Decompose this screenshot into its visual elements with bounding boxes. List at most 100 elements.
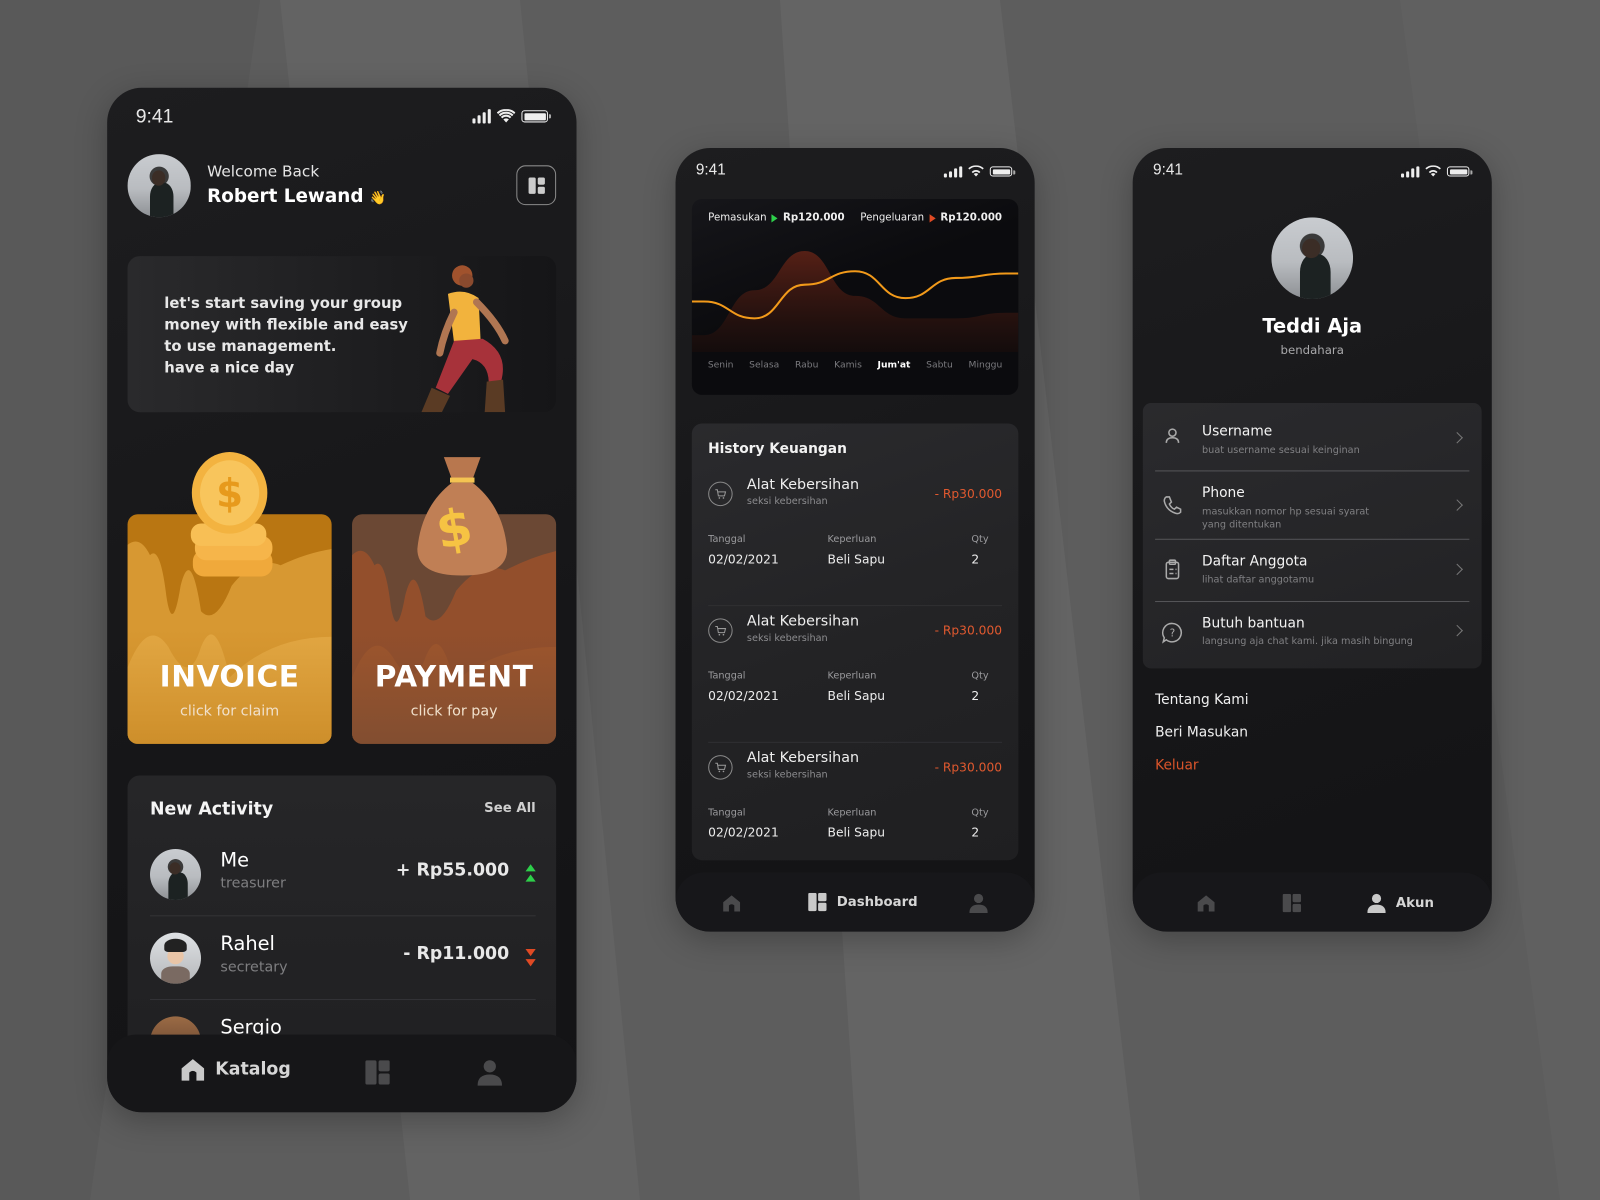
history-title: History Keuangan bbox=[708, 440, 847, 458]
qty-label: Qty bbox=[971, 533, 989, 545]
profile-nav-icon[interactable] bbox=[477, 1059, 503, 1086]
settings-list: Username buat username sesuai keinginan … bbox=[1142, 403, 1482, 669]
purpose-value: Beli Sapu bbox=[827, 552, 885, 567]
home-nav-icon[interactable] bbox=[722, 894, 741, 912]
phone-icon bbox=[1163, 496, 1182, 515]
x-tick-label[interactable]: Minggu bbox=[969, 360, 1003, 370]
history-item-name: Alat Kebersihan bbox=[746, 476, 860, 493]
dashboard-screen: 9:41 Pemasukan Rp120.000 Pengeluaran Rp1… bbox=[675, 147, 1035, 932]
bottom-nav: Katalog bbox=[107, 1034, 577, 1113]
status-bar: 9:41 bbox=[676, 148, 1035, 199]
chevron-right-icon bbox=[1451, 563, 1463, 576]
chevron-right-icon bbox=[1451, 624, 1463, 637]
wifi-icon bbox=[968, 165, 984, 177]
battery-icon bbox=[1446, 166, 1473, 177]
see-all-link[interactable]: See All bbox=[484, 801, 536, 816]
date-label: Tanggal bbox=[708, 670, 746, 682]
history-item[interactable]: Alat Kebersihan seksi kebersihan - Rp30.00… bbox=[708, 609, 1003, 743]
user-icon bbox=[1165, 428, 1180, 443]
trend-down-icon bbox=[525, 948, 536, 967]
wifi-icon bbox=[496, 109, 516, 123]
dashboard-nav-icon[interactable] bbox=[365, 1060, 390, 1085]
setting-phone[interactable]: Phone masukkan nomor hp sesuai syarat ya… bbox=[1155, 471, 1470, 540]
about-us-link[interactable]: Tentang Kami bbox=[1155, 692, 1248, 708]
qty-value: 2 bbox=[971, 825, 980, 840]
setting-member-list[interactable]: Daftar Anggota lihat daftar anggotamu bbox=[1155, 540, 1470, 603]
x-tick-label[interactable]: Selasa bbox=[749, 360, 779, 370]
profile-nav-icon[interactable] bbox=[969, 893, 988, 914]
cart-icon bbox=[708, 481, 733, 507]
wave-emoji-icon: 👋 bbox=[369, 190, 387, 207]
purpose-label: Keperluan bbox=[827, 807, 877, 819]
clipboard-icon bbox=[1165, 559, 1180, 580]
expense-area bbox=[691, 251, 1019, 353]
activity-row[interactable]: Me treasurer + Rp55.000 bbox=[149, 833, 536, 917]
profile-role: bendahara bbox=[1280, 342, 1344, 358]
chevron-right-icon bbox=[1451, 431, 1463, 444]
user-avatar[interactable] bbox=[127, 154, 191, 218]
activity-row[interactable]: Rahel secretary - Rp11.000 bbox=[149, 916, 536, 1000]
dashboard-grid-button[interactable] bbox=[516, 165, 557, 206]
history-item[interactable]: Alat Kebersihan seksi kebersihan - Rp30.00… bbox=[708, 746, 1002, 880]
x-axis-labels: Senin Selasa Rabu Kamis Jum'at Sabtu Minggu bbox=[692, 360, 1019, 370]
x-tick-label[interactable]: Rabu bbox=[795, 360, 818, 370]
coin-stack-icon: $ bbox=[190, 452, 273, 577]
x-tick-label[interactable]: Senin bbox=[708, 360, 734, 370]
new-activity-panel: New Activity See All Me treasurer + Rp55… bbox=[127, 775, 557, 1072]
invoice-subtitle: click for claim bbox=[180, 703, 280, 720]
history-item[interactable]: Alat Kebersihan seksi kebersihan - Rp30.00… bbox=[708, 472, 1003, 607]
income-expense-chart: Pemasukan Rp120.000 Pengeluaran Rp120.00… bbox=[691, 198, 1019, 395]
grid-layout-icon bbox=[528, 177, 545, 194]
profile-avatar[interactable] bbox=[1271, 217, 1354, 299]
profile-icon bbox=[1367, 893, 1386, 914]
payment-title: PAYMENT bbox=[374, 659, 534, 694]
bottom-nav: Dashboard bbox=[675, 872, 1035, 932]
signal-icon bbox=[472, 109, 491, 124]
nav-akun[interactable]: Akun bbox=[1367, 893, 1434, 914]
purpose-label: Keperluan bbox=[827, 670, 877, 682]
date-value: 02/02/2021 bbox=[708, 552, 779, 567]
history-item-amount: - Rp30.000 bbox=[934, 486, 1003, 502]
home-nav-icon[interactable] bbox=[1197, 894, 1215, 912]
banner-text: let's start saving your group money with… bbox=[164, 295, 408, 377]
home-icon bbox=[181, 1059, 205, 1081]
dashboard-nav-icon[interactable] bbox=[1282, 893, 1302, 913]
x-tick-label[interactable]: Kamis bbox=[834, 360, 862, 370]
history-item-sub: seksi kebersihan bbox=[746, 769, 828, 781]
status-bar: 9:41 bbox=[1133, 148, 1492, 199]
setting-username[interactable]: Username buat username sesuai keinginan bbox=[1155, 403, 1470, 472]
history-item-amount: - Rp30.000 bbox=[934, 760, 1003, 775]
qty-label: Qty bbox=[971, 670, 989, 682]
x-tick-label[interactable]: Sabtu bbox=[926, 360, 953, 370]
help-chat-icon: ? bbox=[1161, 622, 1182, 644]
history-item-name: Alat Kebersihan bbox=[746, 749, 860, 767]
feedback-link[interactable]: Beri Masukan bbox=[1155, 724, 1248, 740]
signal-icon bbox=[1401, 165, 1420, 178]
welcome-banner: let's start saving your group money with… bbox=[127, 256, 557, 413]
activity-amount: + Rp55.000 bbox=[395, 860, 510, 881]
date-value: 02/02/2021 bbox=[708, 688, 779, 704]
history-panel: History Keuangan Alat Kebersihan seksi ke… bbox=[691, 423, 1019, 861]
status-bar: 9:41 bbox=[107, 88, 576, 139]
status-time: 9:41 bbox=[1153, 161, 1183, 179]
logout-link[interactable]: Keluar bbox=[1155, 757, 1198, 773]
new-activity-title: New Activity bbox=[149, 798, 274, 820]
nav-katalog[interactable]: Katalog bbox=[181, 1057, 291, 1081]
date-label: Tanggal bbox=[708, 533, 746, 545]
bottom-nav: Akun bbox=[1132, 872, 1492, 932]
x-tick-label[interactable]: Jum'at bbox=[878, 360, 911, 370]
activity-amount: - Rp11.000 bbox=[403, 943, 510, 965]
history-item-sub: seksi kebersihan bbox=[746, 632, 828, 644]
home-screen: 9:41 Welcome Back Robert Lewand 👋 let's … bbox=[107, 87, 577, 1113]
avatar bbox=[149, 932, 202, 984]
money-bag-icon: $ bbox=[417, 457, 508, 576]
history-item-sub: seksi kebersihan bbox=[746, 495, 828, 508]
signal-icon bbox=[943, 165, 963, 178]
qty-label: Qty bbox=[971, 807, 989, 819]
account-screen: 9:41 Teddi Aja bendahara Username buat u… bbox=[1132, 147, 1492, 932]
setting-help[interactable]: ? Butuh bantuan langsung aja chat kami. … bbox=[1155, 602, 1469, 663]
nav-dashboard[interactable]: Dashboard bbox=[808, 892, 918, 912]
purpose-label: Keperluan bbox=[827, 533, 877, 545]
date-value: 02/02/2021 bbox=[708, 825, 779, 840]
avatar bbox=[149, 848, 202, 900]
